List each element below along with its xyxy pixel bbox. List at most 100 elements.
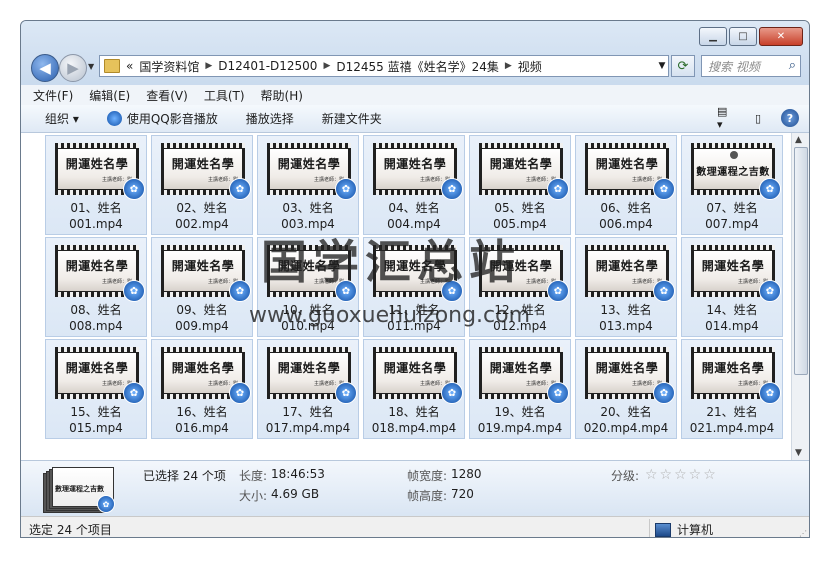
- file-name-line2: 002.mp4: [175, 217, 229, 231]
- file-item[interactable]: 開運姓名學 主講老師：劉 ✿ 01、姓名 001.mp4: [45, 135, 147, 235]
- file-name-line1: 02、姓名: [176, 201, 228, 215]
- file-item[interactable]: 開運姓名學 主講老師：劉 ✿ 08、姓名 008.mp4: [45, 237, 147, 337]
- search-input[interactable]: 搜索 视频 ⌕: [701, 55, 801, 77]
- file-item[interactable]: 開運姓名學 主講老師：劉 ✿ 10、姓名 010.mp4: [257, 237, 359, 337]
- close-button[interactable]: ✕: [759, 27, 803, 46]
- refresh-button[interactable]: ⟳: [671, 55, 695, 77]
- file-item[interactable]: 開運姓名學 主講老師：劉 ✿ 04、姓名 004.mp4: [363, 135, 465, 235]
- menu-tools[interactable]: 工具(T): [204, 87, 245, 104]
- file-item[interactable]: 開運姓名學 主講老師：劉 ✿ 14、姓名 014.mp4: [681, 237, 783, 337]
- file-name-line1: 17、姓名: [282, 405, 334, 419]
- menu-file[interactable]: 文件(F): [33, 87, 73, 104]
- file-name: 11、姓名 011.mp4: [364, 302, 464, 334]
- maximize-button[interactable]: □: [729, 27, 757, 46]
- file-name-line1: 11、姓名: [388, 303, 440, 317]
- file-item[interactable]: 開運姓名學 主講老師：劉 ✿ 15、姓名 015.mp4: [45, 339, 147, 439]
- file-item[interactable]: 開運姓名學 主講老師：劉 ✿ 03、姓名 003.mp4: [257, 135, 359, 235]
- file-item[interactable]: 開運姓名學 主講老師：劉 ✿ 12、姓名 012.mp4: [469, 237, 571, 337]
- preview-pane-icon[interactable]: ▯: [749, 110, 767, 126]
- file-name: 03、姓名 003.mp4: [258, 200, 358, 232]
- file-name-line1: 13、姓名: [600, 303, 652, 317]
- recent-pages-dropdown[interactable]: ▼: [88, 62, 94, 71]
- selection-thumbnail: 數理運程之吉數 ✿: [43, 467, 119, 513]
- file-item[interactable]: 開運姓名學 主講老師：劉 ✿ 17、姓名 017.mp4.mp4: [257, 339, 359, 439]
- scrollbar-thumb[interactable]: [794, 147, 808, 375]
- menu-help[interactable]: 帮助(H): [261, 87, 303, 104]
- play-selection-button[interactable]: 播放选择: [246, 110, 294, 127]
- length-label: 长度:: [239, 469, 268, 483]
- selection-count: 已选择 24 个项: [143, 469, 226, 483]
- file-item[interactable]: 開運姓名學 主講老師：劉 ✿ 06、姓名 006.mp4: [575, 135, 677, 235]
- file-item[interactable]: 開運姓名學 主講老師：劉 ✿ 21、姓名 021.mp4.mp4: [681, 339, 783, 439]
- file-name-line2: 004.mp4: [387, 217, 441, 231]
- back-button[interactable]: ◀: [31, 54, 59, 82]
- breadcrumb-item[interactable]: 视频: [518, 58, 542, 75]
- address-bar[interactable]: « 国学资料馆 ▶ D12401-D12500 ▶ D12455 蓝禧《姓名学》…: [99, 55, 669, 77]
- change-view-icon[interactable]: ▤ ▾: [717, 105, 735, 131]
- rating-stars[interactable]: ☆☆☆☆☆: [645, 467, 718, 483]
- file-item[interactable]: 開運姓名學 主講老師：劉 ✿ 18、姓名 018.mp4.mp4: [363, 339, 465, 439]
- breadcrumb-arrow-icon[interactable]: ▶: [323, 61, 330, 71]
- minimize-button[interactable]: ▁: [699, 27, 727, 46]
- scroll-up-icon[interactable]: ▲: [795, 135, 802, 145]
- new-folder-button[interactable]: 新建文件夹: [322, 110, 382, 127]
- breadcrumb-item[interactable]: D12455 蓝禧《姓名学》24集: [336, 58, 499, 75]
- file-item[interactable]: 開運姓名學 主講老師：劉 ✿ 19、姓名 019.mp4.mp4: [469, 339, 571, 439]
- file-name: 07、姓名 007.mp4: [682, 200, 782, 232]
- qq-badge-icon: ✿: [229, 280, 251, 302]
- forward-button[interactable]: ▶: [59, 54, 87, 82]
- status-computer: 计算机: [655, 521, 713, 537]
- qq-badge-icon: ✿: [97, 495, 115, 513]
- breadcrumb-item[interactable]: D12401-D12500: [218, 59, 317, 73]
- navigation-row: ◀ ▶ ▼ « 国学资料馆 ▶ D12401-D12500 ▶ D12455 蓝…: [29, 53, 801, 82]
- file-item[interactable]: 數理運程之吉數 ✿ 07、姓名 007.mp4: [681, 135, 783, 235]
- qq-badge-icon: ✿: [759, 280, 781, 302]
- scroll-down-icon[interactable]: ▼: [795, 448, 802, 458]
- file-item[interactable]: 開運姓名學 主講老師：劉 ✿ 16、姓名 016.mp4: [151, 339, 253, 439]
- file-name-line1: 09、姓名: [176, 303, 228, 317]
- file-name: 08、姓名 008.mp4: [46, 302, 146, 334]
- thumbnail-title: 開運姓名學: [595, 361, 659, 375]
- thumbnail-title: 開運姓名學: [489, 157, 553, 171]
- file-name-line1: 03、姓名: [282, 201, 334, 215]
- qq-badge-icon: ✿: [759, 382, 781, 404]
- file-name-line1: 05、姓名: [494, 201, 546, 215]
- file-name-line1: 18、姓名: [388, 405, 440, 419]
- address-dropdown-button[interactable]: ▼: [654, 55, 670, 77]
- file-name: 10、姓名 010.mp4: [258, 302, 358, 334]
- file-item[interactable]: 開運姓名學 主講老師：劉 ✿ 13、姓名 013.mp4: [575, 237, 677, 337]
- breadcrumb-arrow-icon[interactable]: ▶: [505, 61, 512, 71]
- play-with-qq-button[interactable]: 使用QQ影音播放: [106, 110, 218, 127]
- menu-view[interactable]: 查看(V): [146, 87, 188, 104]
- file-name-line2: 006.mp4: [599, 217, 653, 231]
- file-list-area[interactable]: 開運姓名學 主講老師：劉 ✿ 01、姓名 001.mp4 開運姓名學 主講老師：劉 ✿ 02、姓…: [21, 133, 791, 460]
- file-item[interactable]: 開運姓名學 主講老師：劉 ✿ 20、姓名 020.mp4.mp4: [575, 339, 677, 439]
- file-item[interactable]: 開運姓名學 主講老師：劉 ✿ 09、姓名 009.mp4: [151, 237, 253, 337]
- file-name-line2: 010.mp4: [281, 319, 335, 333]
- qq-player-icon: [106, 111, 122, 126]
- thumbnail-title: 開運姓名學: [383, 157, 447, 171]
- organize-button[interactable]: 组织 ▾: [45, 110, 79, 127]
- file-name-line1: 01、姓名: [70, 201, 122, 215]
- menu-edit[interactable]: 编辑(E): [89, 87, 130, 104]
- qq-badge-icon: ✿: [123, 178, 145, 200]
- help-icon[interactable]: ?: [781, 109, 799, 127]
- breadcrumb-item[interactable]: 国学资料馆: [139, 58, 199, 75]
- rating-label: 分级:: [611, 469, 640, 483]
- file-name-line2: 013.mp4: [599, 319, 653, 333]
- thumbnail-title: 開運姓名學: [489, 361, 553, 375]
- breadcrumb-arrow-icon[interactable]: ▶: [205, 61, 212, 71]
- search-icon[interactable]: ⌕: [789, 58, 796, 73]
- vertical-scrollbar[interactable]: ▲ ▼: [791, 133, 809, 460]
- file-name-line1: 21、姓名: [706, 405, 758, 419]
- file-name: 12、姓名 012.mp4: [470, 302, 570, 334]
- file-item[interactable]: 開運姓名學 主講老師：劉 ✿ 11、姓名 011.mp4: [363, 237, 465, 337]
- file-item[interactable]: 開運姓名學 主講老師：劉 ✿ 02、姓名 002.mp4: [151, 135, 253, 235]
- file-name-line2: 017.mp4.mp4: [265, 421, 351, 435]
- resize-grip-icon[interactable]: ⋰: [799, 529, 807, 537]
- size-value: 4.69 GB: [271, 487, 320, 501]
- size-label: 大小:: [239, 489, 268, 503]
- file-item[interactable]: 開運姓名學 主講老師：劉 ✿ 05、姓名 005.mp4: [469, 135, 571, 235]
- frame-height-label: 帧高度:: [407, 489, 448, 503]
- address-overflow[interactable]: «: [126, 59, 133, 73]
